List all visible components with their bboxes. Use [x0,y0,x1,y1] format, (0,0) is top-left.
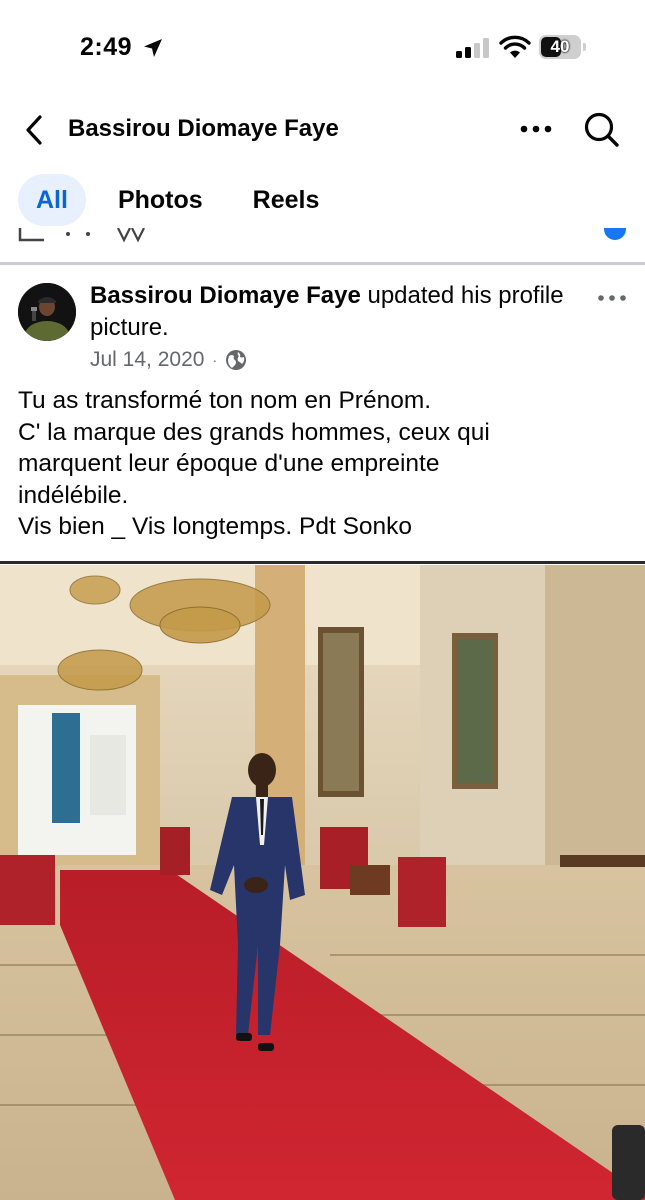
tab-all[interactable]: All [18,174,86,226]
feed-divider [0,262,645,265]
post-author-name[interactable]: Bassirou Diomaye Faye [90,282,361,309]
post-text-line: Vis bien _ Vis longtemps. Pdt Sonko [18,513,413,540]
hallway-photo-illustration [0,565,645,1200]
post-header-text: Bassirou Diomaye Faye updated his profil… [90,280,580,344]
post-text-line: C' la marque des grands hommes, ceux qui [18,418,490,446]
battery-level: 40 [550,37,570,56]
status-bar: 2:49 40 [0,0,645,95]
tab-reels[interactable]: Reels [235,174,338,226]
profile-header: Bassirou Diomaye Faye [0,100,645,160]
filter-tabs: All Photos Reels [18,172,351,228]
photo-top-border [0,561,645,564]
wifi-icon [499,35,531,58]
post-text-line: marquent leur époque d'une empreinte [18,450,440,477]
back-chevron-icon[interactable] [20,112,50,148]
tab-photos[interactable]: Photos [100,174,221,226]
post-body: Tu as transformé ton nom en Prénom. C' l… [18,385,628,543]
avatar-image [18,283,76,341]
globe-icon [226,350,247,370]
post-text-line: indélébile. [18,481,129,509]
post-meta: Jul 14, 2020 · [90,345,247,375]
status-time: 2:49 [80,33,133,61]
search-icon[interactable] [582,110,622,150]
more-dots-icon[interactable] [516,118,556,140]
post-more-icon[interactable] [597,293,627,303]
previous-post-actions [0,228,645,262]
page-title: Bassirou Diomaye Faye [68,115,339,142]
post-text-line: Tu as transformé ton nom en Prénom. [18,387,432,414]
cellular-signal-icon [456,38,489,58]
post-action-icons [18,228,145,243]
post-photo[interactable] [0,565,645,1200]
avatar[interactable] [18,283,76,341]
battery-icon: 40 [539,35,587,59]
meta-separator: · [212,352,218,368]
notification-dot [604,228,626,240]
location-arrow-icon [144,39,162,57]
post-date[interactable]: Jul 14, 2020 [90,348,204,372]
